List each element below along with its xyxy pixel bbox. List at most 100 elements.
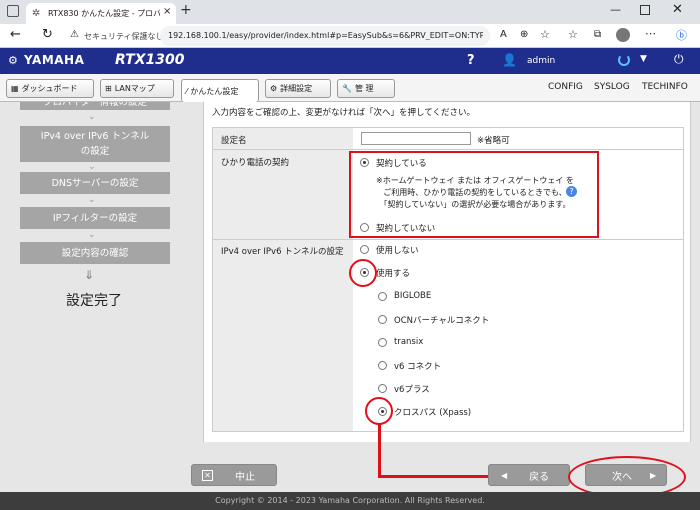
step-confirm-label: 設定内容の確認 [61, 247, 129, 259]
user-name[interactable]: admin [527, 56, 555, 66]
model-name: RTX1300 [115, 52, 185, 68]
bing-icon[interactable]: ⓑ [676, 27, 687, 43]
tunnel-on-label: 使用する [376, 269, 411, 279]
arrow-down-icon: ⇓ [84, 268, 95, 282]
step-provider-label: プロバイダー情報の設定 [42, 102, 148, 108]
tab-advanced[interactable]: ⚙ 詳細設定 [265, 79, 331, 98]
highlight-box [349, 151, 599, 238]
profile-icon[interactable] [616, 28, 630, 42]
more-menu-icon[interactable]: ⋯ [645, 27, 656, 40]
window-menu-icon[interactable] [7, 5, 19, 17]
step-ipv4-label: IPv4 over IPv6 トンネル の設定 [40, 131, 150, 157]
highlight-circle [365, 397, 393, 425]
back-arrow-icon[interactable]: ← [10, 27, 21, 42]
name-label: 設定名 [221, 136, 247, 146]
tab-advanced-label: 詳細設定 [280, 84, 313, 93]
hikari-label: ひかり電話の契約 [221, 158, 290, 168]
provider-radio-transix[interactable] [378, 338, 387, 347]
address-bar-row: ← ↻ ⚠ セキュリティ保護なし 192.168.100.1/easy/prov… [0, 24, 700, 48]
provider-label: transix [394, 337, 424, 347]
power-icon[interactable]: ⏻ [674, 52, 684, 67]
favicon-icon: ✲ [32, 8, 41, 19]
tab-easy-label: かんたん設定 [190, 86, 239, 96]
highlight-circle [349, 259, 377, 287]
chevron-down-icon: ⌄ [88, 112, 96, 122]
security-label: セキュリティ保護なし [84, 32, 164, 41]
tab-manage[interactable]: 🔧 管 理 [337, 79, 395, 98]
intro-text: 入力内容をご確認の上、変更がなければ「次へ」を押してください。 [212, 108, 475, 118]
tab-dashboard[interactable]: ▦ ダッシュボード [6, 79, 94, 98]
wrench-icon: 🔧 [342, 84, 352, 93]
favorite-star-icon[interactable]: ☆ [540, 28, 550, 41]
row-divider [213, 149, 683, 150]
row-divider [213, 239, 683, 240]
refresh-icon[interactable]: ↻ [42, 27, 53, 42]
step-dns-label: DNSサーバーの設定 [51, 177, 139, 189]
help-button[interactable]: ? [467, 53, 475, 68]
syslog-link[interactable]: SYSLOG [594, 82, 630, 92]
step-dns: DNSサーバーの設定 [20, 172, 170, 194]
chevron-down-icon: ⌄ [88, 230, 96, 240]
tunnel-off-radio[interactable] [360, 245, 369, 254]
provider-label: v6プラス [394, 385, 430, 395]
read-aloud-icon[interactable]: A [500, 29, 507, 40]
user-icon: 👤 [502, 53, 517, 67]
label-column [213, 128, 353, 431]
tab-manage-label: 管 理 [354, 84, 374, 93]
step-ipf-label: IPフィルターの設定 [52, 212, 138, 224]
provider-label: BIGLOBE [394, 291, 432, 301]
footer: Copyright © 2014 - 2023 Yamaha Corporati… [0, 492, 700, 510]
provider-label: v6 コネクト [394, 362, 442, 372]
cancel-button-label: 中止 [235, 471, 255, 483]
step-done: 設定完了 [66, 293, 122, 309]
config-link[interactable]: CONFIG [548, 82, 583, 92]
app-header: ⚙ YAMAHA RTX1300 ? 👤 admin ▼ ⏻ [0, 48, 700, 74]
techinfo-link[interactable]: TECHINFO [642, 82, 688, 92]
status-ring-icon[interactable] [618, 54, 630, 66]
provider-radio-biglobe[interactable] [378, 292, 387, 301]
collections-icon[interactable]: ⧉ [594, 29, 601, 40]
tab-easy-setup[interactable]: ⁄ かんたん設定 [181, 79, 259, 102]
back-button-label: 戻る [529, 471, 550, 483]
brand-logo: YAMAHA [24, 53, 85, 67]
wand-icon: ⁄ [186, 86, 188, 96]
gear-icon: ⚙ [270, 84, 278, 93]
back-button[interactable]: ◀ 戻る [488, 464, 570, 486]
extension-icon[interactable]: ⊕ [520, 29, 528, 40]
tunnel-off-label: 使用しない [376, 246, 419, 256]
highlight-arrow-line [378, 424, 381, 478]
maximize-icon[interactable] [640, 5, 650, 15]
name-optional-note: ※省略可 [477, 136, 510, 146]
step-confirm: 設定内容の確認 [20, 242, 170, 264]
tab-lanmap[interactable]: ⊞ LANマップ [100, 79, 174, 98]
chevron-down-icon: ⌄ [88, 195, 96, 205]
favorites-icon[interactable]: ☆ [568, 28, 578, 41]
tab-title: RTX830 かんたん設定 - プロバイダー [48, 9, 160, 18]
step-provider: プロバイダー情報の設定 [20, 102, 170, 110]
minimize-icon[interactable]: — [610, 3, 621, 16]
new-tab-icon[interactable]: + [180, 2, 192, 18]
yamaha-logo-icon: ⚙ [8, 54, 18, 67]
close-window-icon[interactable]: ✕ [672, 2, 683, 17]
provider-label: OCNバーチャルコネクト [394, 316, 490, 326]
setting-name-input[interactable] [361, 132, 471, 145]
chevron-down-icon[interactable]: ▼ [640, 54, 647, 64]
main-nav: ▦ ダッシュボード ⊞ LANマップ ⁄ かんたん設定 ⚙ 詳細設定 🔧 管 理 CONF… [0, 74, 700, 102]
chevron-down-icon: ⌄ [88, 162, 96, 172]
provider-radio-ocn[interactable] [378, 315, 387, 324]
provider-label: クロスパス (Xpass) [394, 408, 472, 418]
step-ip-filter: IPフィルターの設定 [20, 207, 170, 229]
warning-icon[interactable]: ⚠ [70, 29, 79, 40]
tab-dashboard-label: ダッシュボード [21, 84, 78, 93]
network-icon: ⊞ [105, 84, 112, 93]
step-ipv4-tunnel: IPv4 over IPv6 トンネル の設定 [20, 126, 170, 162]
url-input[interactable]: 192.168.100.1/easy/provider/index.html#p… [160, 26, 490, 46]
browser-tab[interactable]: ✲ RTX830 かんたん設定 - プロバイダー × [26, 3, 176, 24]
provider-radio-v6connect[interactable] [378, 361, 387, 370]
back-arrow-icon: ◀ [501, 470, 508, 480]
cancel-button[interactable]: ✕ 中止 [191, 464, 277, 486]
tunnel-label: IPv4 over IPv6 トンネルの設定 [221, 247, 344, 257]
tab-lanmap-label: LANマップ [114, 84, 155, 93]
provider-radio-v6plus[interactable] [378, 384, 387, 393]
tab-close-icon[interactable]: × [163, 6, 171, 17]
